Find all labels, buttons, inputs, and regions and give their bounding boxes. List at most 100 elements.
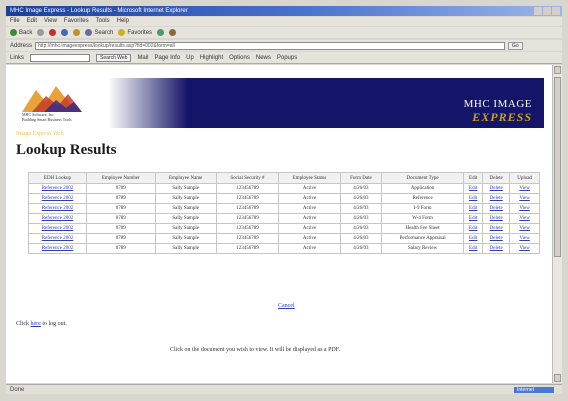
page-title: Lookup Results xyxy=(16,142,117,158)
col-header[interactable]: Employee Name xyxy=(154,172,217,184)
delete-link[interactable]: Delete xyxy=(482,213,511,224)
col-header[interactable]: Form Date xyxy=(339,172,383,184)
favorites-button[interactable]: Favorites xyxy=(118,29,152,36)
edit-link[interactable]: Edit xyxy=(463,213,484,224)
brand-title: MHC IMAGE xyxy=(463,98,532,110)
refresh-button[interactable] xyxy=(61,29,69,36)
close-button[interactable] xyxy=(552,7,560,15)
edh-lookup-link[interactable]: Reference 2002 xyxy=(28,183,87,194)
edit-link[interactable]: Edit xyxy=(463,183,484,194)
view-link[interactable]: View xyxy=(509,213,540,224)
view-link[interactable]: View xyxy=(509,183,540,194)
address-input[interactable]: http://mhc.imageexpress/lookup/results.a… xyxy=(35,41,506,50)
edit-link[interactable]: Edit xyxy=(463,203,484,214)
col-header[interactable]: Employee Number xyxy=(85,172,156,184)
status-cell: Active xyxy=(278,223,341,234)
delete-link[interactable]: Delete xyxy=(482,233,511,244)
delete-link[interactable]: Delete xyxy=(482,223,511,234)
banner-fade xyxy=(108,78,188,128)
delete-link[interactable]: Delete xyxy=(482,203,511,214)
scroll-thumb[interactable] xyxy=(554,77,561,257)
search-icon xyxy=(85,29,93,36)
search-button[interactable]: Search xyxy=(85,29,113,36)
link-up[interactable]: Up xyxy=(186,55,194,61)
menu-file[interactable]: File xyxy=(10,17,20,26)
col-header[interactable]: EDH Lookup xyxy=(28,172,87,184)
maximize-button[interactable] xyxy=(543,7,551,15)
window-controls xyxy=(534,7,560,15)
ssn-cell: 123456789 xyxy=(215,193,280,204)
table-row: Reference 2002 0789 Sally Sample 123456789 A… xyxy=(28,193,540,204)
page-viewport: MHC Software, Inc. Building Smart Busine… xyxy=(6,65,552,383)
logout-prefix: Click xyxy=(16,321,29,327)
history-button[interactable] xyxy=(157,29,165,36)
col-header[interactable]: Document Type xyxy=(381,172,465,184)
back-button[interactable]: Back xyxy=(10,29,32,36)
cancel-link[interactable]: Cancel xyxy=(278,303,295,309)
col-header[interactable]: Employee Status xyxy=(278,172,341,184)
edit-link[interactable]: Edit xyxy=(463,243,484,254)
menu-edit[interactable]: Edit xyxy=(27,17,37,26)
col-header: Delete xyxy=(482,172,511,184)
link-page-info[interactable]: Page Info xyxy=(154,55,180,61)
menu-view[interactable]: View xyxy=(44,17,57,26)
mail-button[interactable] xyxy=(169,29,177,36)
menu-tools[interactable]: Tools xyxy=(96,17,110,26)
window-titlebar: MHC Image Express - Lookup Results - Mic… xyxy=(6,6,562,16)
employee-name-cell: Sally Sample xyxy=(154,193,217,204)
scroll-down-icon[interactable] xyxy=(554,374,561,382)
edh-lookup-link[interactable]: Reference 2002 xyxy=(28,243,87,254)
delete-link[interactable]: Delete xyxy=(482,183,511,194)
employee-name-cell: Sally Sample xyxy=(154,223,217,234)
stop-icon xyxy=(49,29,57,36)
edh-lookup-link[interactable]: Reference 2002 xyxy=(28,233,87,244)
edh-lookup-link[interactable]: Reference 2002 xyxy=(28,203,87,214)
browser-toolbar: Back Search Favorites xyxy=(6,27,562,38)
status-cell: Active xyxy=(278,243,341,254)
employee-name-cell: Sally Sample xyxy=(154,233,217,244)
view-link[interactable]: View xyxy=(509,243,540,254)
scroll-up-icon[interactable] xyxy=(554,66,561,74)
go-button[interactable]: Go xyxy=(508,41,523,50)
document-type-cell: Reference xyxy=(381,193,465,204)
company-info: MHC Software, Inc. Building Smart Busine… xyxy=(22,112,72,122)
link-news[interactable]: News xyxy=(256,55,271,61)
table-row: Reference 2002 0789 Sally Sample 123456789 A… xyxy=(28,203,540,214)
edh-lookup-link[interactable]: Reference 2002 xyxy=(28,213,87,224)
link-options[interactable]: Options xyxy=(229,55,250,61)
edit-link[interactable]: Edit xyxy=(463,233,484,244)
col-header[interactable]: Social Security # xyxy=(215,172,280,184)
edit-link[interactable]: Edit xyxy=(463,223,484,234)
view-link[interactable]: View xyxy=(509,203,540,214)
menu-favorites[interactable]: Favorites xyxy=(64,17,89,26)
document-type-cell: Application xyxy=(381,183,465,194)
company-tagline: Building Smart Business Tools xyxy=(22,117,72,122)
link-highlight[interactable]: Highlight xyxy=(200,55,223,61)
employee-number-cell: 0789 xyxy=(85,193,156,204)
employee-number-cell: 0789 xyxy=(85,233,156,244)
view-link[interactable]: View xyxy=(509,233,540,244)
status-bar: Done Internet xyxy=(6,384,562,394)
logout-link[interactable]: here xyxy=(31,321,41,327)
edh-lookup-link[interactable]: Reference 2002 xyxy=(28,193,87,204)
edh-lookup-link[interactable]: Reference 2002 xyxy=(28,223,87,234)
view-link[interactable]: View xyxy=(509,193,540,204)
stop-button[interactable] xyxy=(49,29,57,36)
search-select[interactable] xyxy=(30,53,91,62)
minimize-button[interactable] xyxy=(534,7,542,15)
vertical-scrollbar[interactable] xyxy=(552,65,562,383)
home-button[interactable] xyxy=(73,29,81,36)
history-icon xyxy=(157,29,165,36)
delete-link[interactable]: Delete xyxy=(482,193,511,204)
table-row: Reference 2002 0789 Sally Sample 123456789 A… xyxy=(28,223,540,234)
link-popups[interactable]: Popups xyxy=(277,55,297,61)
form-date-cell: 4/26/03 xyxy=(339,183,383,194)
view-link[interactable]: View xyxy=(509,223,540,234)
ssn-cell: 123456789 xyxy=(215,223,280,234)
link-mail[interactable]: Mail xyxy=(137,55,148,61)
delete-link[interactable]: Delete xyxy=(482,243,511,254)
menu-help[interactable]: Help xyxy=(117,17,129,26)
search-web-button[interactable]: Search Web xyxy=(96,53,132,62)
forward-button[interactable] xyxy=(37,29,45,36)
edit-link[interactable]: Edit xyxy=(463,193,484,204)
